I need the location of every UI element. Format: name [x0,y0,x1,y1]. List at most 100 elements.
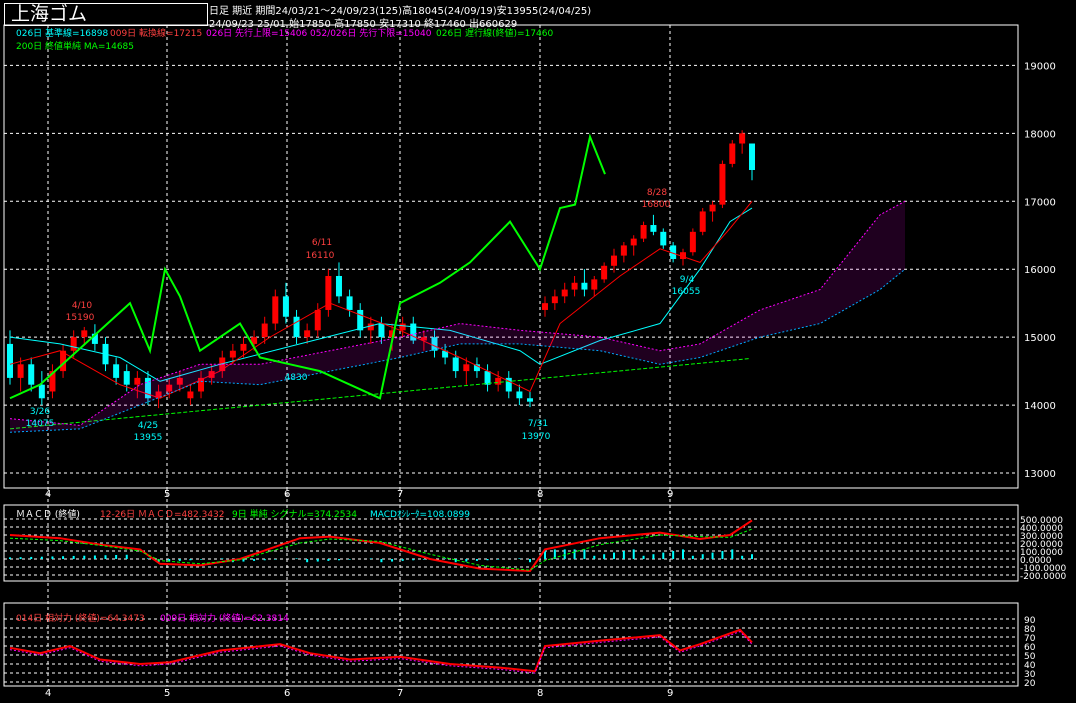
month-label: 8 [537,688,543,699]
candle-body [561,289,568,297]
macd-legend-macd: 12-26日 ＭＡＣＤ=482.3432 [100,509,225,520]
month-label: 7 [397,489,403,500]
candle-body [660,231,667,246]
month-label: 7 [397,688,403,699]
candle-body [601,265,608,280]
price-annotation: 13955 [134,433,163,443]
price-annotation: 15190 [66,313,95,323]
candle-body [7,343,13,378]
macd-line [9,519,753,573]
candle-body [229,350,236,358]
candle-body [581,282,588,290]
price-annotation: 16055 [672,287,701,297]
price-tick-label: 13000 [1024,469,1056,480]
candle-body [335,275,342,297]
candle-body [378,323,385,338]
candle-body [699,211,706,232]
ichimoku-cloud [10,201,905,433]
month-label: 8 [537,489,543,500]
candle-body [719,163,726,205]
candle-body [293,316,300,338]
candle-body [551,296,558,304]
candle-body [709,204,716,212]
candle-body [346,296,353,310]
candle-body [749,143,755,171]
candle-body [620,245,627,256]
legend-entry: 026日 先行上限=15406 [206,27,307,39]
candle-body [571,282,578,290]
candle-body [611,255,617,266]
price-annotation: 16800 [642,200,671,210]
stock-chart: 13000 14000 15000 16000 17000 18000 19000 4 4 5 5 6… [3,24,1066,699]
candle-body [282,296,289,317]
price-tick-label: 17000 [1024,197,1056,208]
candle-body [739,133,746,144]
month-label: 4 [45,489,51,500]
rsi-legend-14: 014日 相対力 (終値)=64.3473 [16,612,145,624]
candle-body [261,323,268,338]
candle-body [28,364,35,385]
rsi-legend-9: 009日 相対力 (終値)=62.3814 [160,612,289,624]
senkou-b-line [9,268,906,433]
candle-body [113,364,120,378]
price-annotation: 7/31 [528,419,548,429]
price-tick-label: 18000 [1024,129,1056,140]
month-label: 6 [284,489,290,500]
price-annotation: 4830 [285,373,308,383]
price-annotation: 16110 [306,251,335,261]
price-annotation: 9/4 [680,275,695,285]
candle-body [463,364,470,372]
price-annotation: 14075 [26,419,55,429]
rsi14-line [9,628,753,673]
month-label: 9 [667,688,673,699]
candle-body [357,309,364,331]
candle-body [591,279,598,290]
candle-body [495,377,502,385]
candle-body [542,303,548,310]
price-annotation: 8/28 [647,188,667,198]
candle-body [304,330,311,338]
month-label: 9 [667,489,673,500]
candle-body [314,309,321,331]
candle-body [240,343,247,351]
legend-entry: 009日 転換線=17215 [110,27,202,39]
candle-body [399,323,406,331]
price-annotation: 4/10 [72,301,92,311]
candle-body [527,398,533,402]
candle-body [17,364,24,378]
price-annotation: 6/11 [312,238,332,248]
candle-body [81,330,88,338]
legend-entry: 026日 基準線=16898 [16,27,108,39]
candle-body [650,225,657,232]
candle-body [38,384,45,399]
candle-body [452,357,459,372]
price-annotation: 4/25 [138,421,158,431]
candle-body [367,323,374,331]
month-label: 5 [164,688,170,699]
candle-body [516,391,523,399]
macd-legend-osc: MACDｵｼﾚｰﾀ=108.0899 [370,509,470,520]
candle-body [134,377,141,385]
price-tick-label: 16000 [1024,265,1056,276]
candle-body [484,371,491,385]
macd-title: ＭＡＣＤ (終値) [16,508,80,520]
price-tick-label: 19000 [1024,61,1056,72]
price-annotation: 13970 [522,432,551,442]
panel-frame-3 [3,602,1019,687]
candle-body [70,337,77,351]
month-label: 6 [284,688,290,699]
price-tick-label: 14000 [1024,401,1056,412]
candle-body [272,296,279,324]
candle-body [630,238,637,246]
macd-tick-label: -200.0000 [1020,572,1066,582]
candle-body [729,143,736,164]
month-label: 5 [164,489,170,500]
candle-body [689,231,696,253]
month-label: 4 [45,688,51,699]
price-tick-label: 15000 [1024,333,1056,344]
price-annotation: 3/26 [30,407,50,417]
candle-body [187,391,194,399]
legend-entry: 052/026日 先行下限=15040 [310,27,432,39]
rsi-tick-label: 20 [1024,679,1036,689]
macd-legend-signal: 9日 単純 シグナル=374.2534 [232,508,357,520]
